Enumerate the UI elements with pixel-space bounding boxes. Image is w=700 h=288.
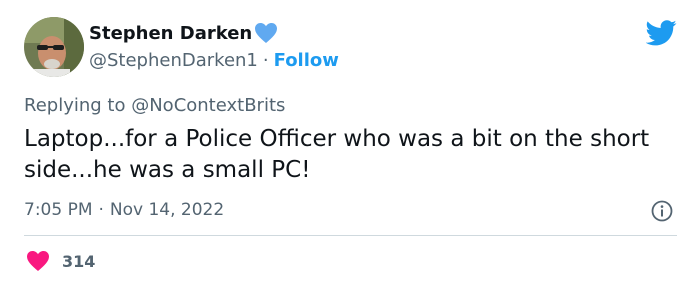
like-action[interactable]: 314 bbox=[26, 250, 95, 272]
reply-mention-link[interactable]: @NoContextBrits bbox=[131, 95, 285, 116]
author-handle[interactable]: @StephenDarken1 bbox=[89, 50, 258, 71]
handle-separator: · bbox=[262, 50, 269, 71]
tweet-date: Nov 14, 2022 bbox=[109, 200, 225, 220]
author-name-row: Stephen Darken bbox=[89, 22, 278, 44]
avatar[interactable] bbox=[24, 17, 84, 77]
timestamp-separator: · bbox=[98, 200, 104, 220]
heart-icon[interactable] bbox=[26, 250, 50, 272]
heart-badge-icon bbox=[254, 22, 278, 44]
twitter-bird-icon[interactable] bbox=[645, 20, 677, 46]
author-handle-row: @StephenDarken1 · Follow bbox=[89, 50, 339, 71]
info-icon[interactable] bbox=[650, 199, 674, 223]
divider bbox=[24, 235, 677, 236]
replying-to-line: Replying to @NoContextBrits bbox=[24, 95, 285, 116]
tweet-text: Laptop...for a Police Officer who was a … bbox=[24, 126, 650, 183]
tweet-timestamp[interactable]: 7:05 PM · Nov 14, 2022 bbox=[24, 200, 224, 220]
like-count: 314 bbox=[62, 251, 96, 271]
replying-to-label: Replying to bbox=[24, 95, 126, 116]
tweet-time: 7:05 PM bbox=[24, 200, 93, 220]
follow-button[interactable]: Follow bbox=[274, 50, 339, 71]
author-display-name[interactable]: Stephen Darken bbox=[89, 23, 252, 44]
